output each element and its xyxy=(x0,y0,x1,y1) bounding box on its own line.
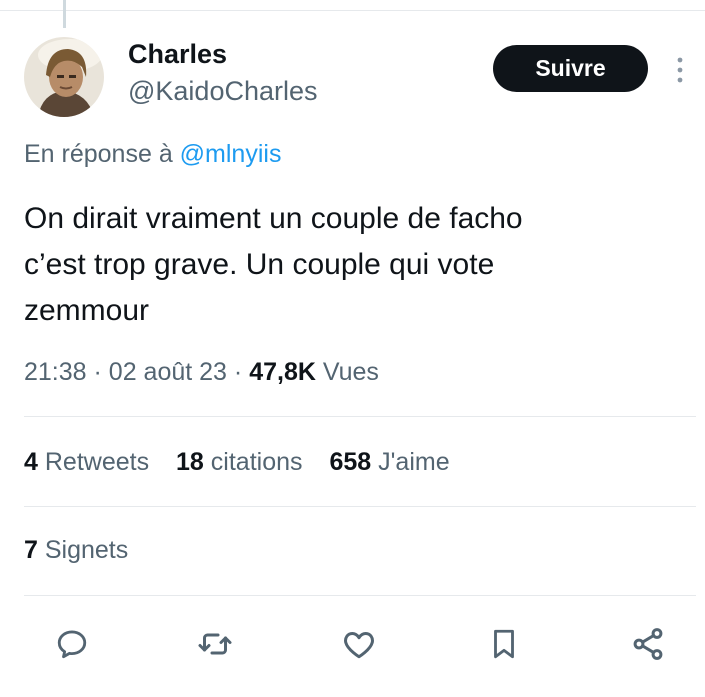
reply-mention-link[interactable]: @mlnyiis xyxy=(180,140,282,168)
quotes-count: 18 xyxy=(176,448,204,476)
more-options-icon[interactable] xyxy=(674,54,686,86)
top-divider xyxy=(0,10,705,11)
bookmark-icon xyxy=(494,629,514,659)
thread-connector-line xyxy=(63,0,66,28)
tweet-date[interactable]: 02 août 23 xyxy=(109,358,227,386)
reply-button[interactable] xyxy=(48,620,96,668)
divider xyxy=(24,506,696,507)
retweet-icon xyxy=(198,633,232,655)
likes-stat[interactable]: 658 J'aime xyxy=(329,448,449,476)
likes-count: 658 xyxy=(329,448,372,476)
bookmarks-stat[interactable]: 7 Signets xyxy=(24,536,128,565)
divider xyxy=(24,416,696,417)
author-name[interactable]: Charles xyxy=(128,39,227,70)
quotes-stat[interactable]: 18 citations xyxy=(176,448,302,476)
author-handle[interactable]: @KaidoCharles xyxy=(128,76,318,107)
bookmark-button[interactable] xyxy=(480,620,528,668)
divider xyxy=(24,595,696,596)
tweet-meta: 21:38 · 02 août 23 · 47,8K Vues xyxy=(24,358,379,387)
share-button[interactable] xyxy=(624,620,672,668)
likes-label: J'aime xyxy=(378,448,450,476)
avatar[interactable] xyxy=(24,37,104,117)
meta-separator: · xyxy=(93,358,102,386)
tweet-text: On dirait vraiment un couple de facho c’… xyxy=(24,202,523,327)
quotes-label: citations xyxy=(210,448,303,476)
bookmarks-count: 7 xyxy=(24,536,38,564)
engagement-stats: 4 Retweets 18 citations 658 J'aime xyxy=(24,448,470,477)
bookmarks-label: Signets xyxy=(44,536,129,564)
tweet-time[interactable]: 21:38 xyxy=(24,358,87,386)
reply-icon xyxy=(57,630,87,659)
meta-separator: · xyxy=(233,358,243,386)
retweets-count: 4 xyxy=(24,448,38,476)
retweets-stat[interactable]: 4 Retweets xyxy=(24,448,149,476)
retweet-button[interactable] xyxy=(191,620,239,668)
follow-button[interactable]: Suivre xyxy=(493,45,648,92)
views-label: Vues xyxy=(322,358,379,386)
reply-prefix: En réponse à xyxy=(24,140,173,168)
share-icon xyxy=(633,628,663,660)
retweets-label: Retweets xyxy=(44,448,150,476)
like-icon xyxy=(344,632,374,659)
like-button[interactable] xyxy=(335,620,383,668)
reply-context: En réponse à @mlnyiis xyxy=(24,140,281,169)
views-count: 47,8K xyxy=(249,358,316,386)
